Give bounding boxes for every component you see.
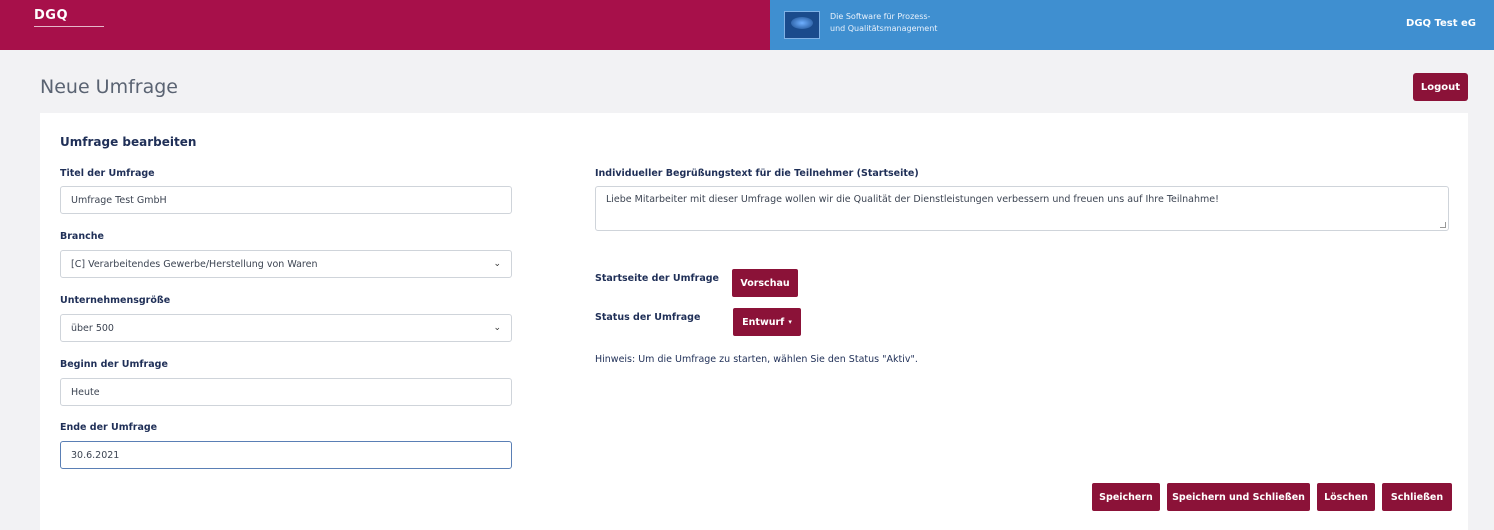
preview-button[interactable]: Vorschau (732, 269, 798, 297)
brand-area: DGQ (0, 0, 770, 50)
title-label: Titel der Umfrage (60, 168, 155, 179)
end-date-input[interactable]: 30.6.2021 (60, 441, 512, 469)
size-label: Unternehmensgröße (60, 295, 171, 306)
status-dropdown-value: Entwurf (742, 316, 785, 328)
section-title: Umfrage bearbeiten (60, 135, 197, 149)
status-hint: Hinweis: Um die Umfrage zu starten, wähl… (595, 354, 918, 365)
status-label: Status der Umfrage (595, 312, 701, 323)
logo-divider (34, 26, 104, 27)
top-bar: DGQ Die Software für Prozess- und Qualit… (0, 0, 1494, 50)
welcome-text-value: Liebe Mitarbeiter mit dieser Umfrage wol… (606, 194, 1219, 205)
startpage-label: Startseite der Umfrage (595, 273, 719, 284)
branch-label: Branche (60, 231, 104, 242)
start-label: Beginn der Umfrage (60, 359, 168, 370)
close-button[interactable]: Schließen (1382, 483, 1452, 511)
branch-select-value: [C] Verarbeitendes Gewerbe/Herstellung v… (71, 258, 318, 270)
survey-form-card: Umfrage bearbeiten Titel der Umfrage Umf… (40, 113, 1468, 530)
end-label: Ende der Umfrage (60, 422, 158, 433)
save-and-close-button[interactable]: Speichern und Schließen (1167, 483, 1310, 511)
partner-logo-icon (784, 11, 820, 39)
title-input[interactable]: Umfrage Test GmbH (60, 186, 512, 214)
partner-tagline: Die Software für Prozess- und Qualitätsm… (830, 11, 937, 35)
end-date-value: 30.6.2021 (71, 449, 120, 461)
start-date-input[interactable]: Heute (60, 378, 512, 406)
page-title: Neue Umfrage (40, 76, 178, 98)
title-input-value: Umfrage Test GmbH (71, 194, 167, 206)
welcome-text-area[interactable]: Liebe Mitarbeiter mit dieser Umfrage wol… (595, 186, 1449, 231)
dgq-logo[interactable]: DGQ (34, 8, 68, 23)
size-select-value: über 500 (71, 322, 114, 334)
partner-area: Die Software für Prozess- und Qualitätsm… (770, 0, 1494, 50)
delete-button[interactable]: Löschen (1317, 483, 1375, 511)
logout-button[interactable]: Logout (1413, 73, 1468, 101)
partner-tagline-line1: Die Software für Prozess- (830, 12, 931, 21)
save-button[interactable]: Speichern (1092, 483, 1160, 511)
chevron-down-icon: ⌄ (493, 323, 501, 333)
start-date-value: Heute (71, 386, 100, 398)
chevron-down-icon: ⌄ (493, 259, 501, 269)
company-name: DGQ Test eG (1406, 18, 1476, 29)
size-select[interactable]: über 500 ⌄ (60, 314, 512, 342)
resize-handle-icon[interactable] (1440, 222, 1446, 228)
branch-select[interactable]: [C] Verarbeitendes Gewerbe/Herstellung v… (60, 250, 512, 278)
status-dropdown-button[interactable]: Entwurf ▾ (733, 308, 801, 336)
welcome-text-label: Individueller Begrüßungstext für die Tei… (595, 168, 919, 179)
caret-down-icon: ▾ (788, 318, 792, 326)
partner-tagline-line2: und Qualitätsmanagement (830, 24, 938, 33)
